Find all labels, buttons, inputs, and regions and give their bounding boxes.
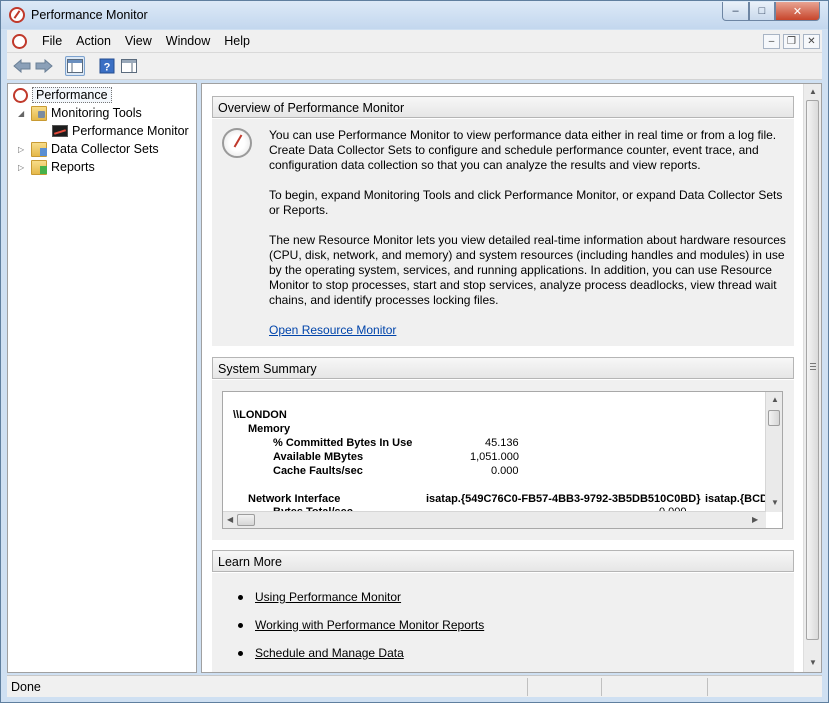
show-console-tree-icon[interactable] bbox=[65, 56, 85, 76]
folder-tools-icon bbox=[31, 105, 47, 121]
tree-item-label: Performance Monitor bbox=[72, 124, 189, 138]
tree-item-performance[interactable]: Performance bbox=[13, 86, 112, 104]
scroll-thumb[interactable] bbox=[768, 410, 780, 426]
bullet-icon bbox=[238, 650, 243, 656]
collapse-triangle-icon[interactable]: ◢ bbox=[18, 109, 28, 118]
list-item: Schedule and Manage Data bbox=[238, 646, 404, 660]
using-performance-monitor-link[interactable]: Using Performance Monitor bbox=[255, 590, 401, 604]
console-tree: Performance ◢ Monitoring Tools Performan… bbox=[7, 83, 197, 673]
scroll-up-arrow-icon[interactable]: ▲ bbox=[809, 87, 817, 96]
overview-header[interactable]: Overview of Performance Monitor bbox=[212, 96, 794, 118]
learn-more-section: Using Performance Monitor Working with P… bbox=[212, 573, 794, 672]
show-action-pane-icon[interactable] bbox=[119, 56, 139, 76]
performance-monitor-reports-link[interactable]: Working with Performance Monitor Reports bbox=[255, 618, 484, 632]
performance-monitor-chart-icon bbox=[52, 125, 68, 137]
performance-monitor-app-icon bbox=[9, 7, 25, 23]
mmc-system-menu-icon[interactable] bbox=[12, 34, 27, 49]
scroll-thumb[interactable] bbox=[806, 100, 819, 640]
menu-help[interactable]: Help bbox=[217, 34, 257, 48]
tree-item-label: Reports bbox=[51, 160, 95, 174]
computer-name: \\LONDON bbox=[233, 409, 287, 421]
folder-data-collector-icon bbox=[31, 141, 47, 157]
scroll-left-arrow-icon[interactable]: ◀ bbox=[227, 515, 233, 524]
schedule-manage-data-link[interactable]: Schedule and Manage Data bbox=[255, 646, 404, 660]
close-button[interactable]: ✕ bbox=[775, 2, 820, 21]
performance-icon bbox=[13, 87, 28, 103]
system-summary-box: \\LONDON Memory % Committed Bytes In Use… bbox=[222, 391, 783, 529]
tree-item-reports[interactable]: ▷ Reports bbox=[18, 158, 95, 176]
open-resource-monitor-link[interactable]: Open Resource Monitor bbox=[269, 323, 396, 338]
tree-item-data-collector-sets[interactable]: ▷ Data Collector Sets bbox=[18, 140, 159, 158]
menu-bar: File Action View Window Help – ❐ ✕ bbox=[7, 30, 822, 53]
counter-name: Cache Faults/sec bbox=[273, 465, 363, 477]
tree-item-label: Data Collector Sets bbox=[51, 142, 159, 156]
list-item: Using Performance Monitor bbox=[238, 590, 401, 604]
counter-name: Available MBytes bbox=[273, 451, 364, 463]
scroll-thumb[interactable] bbox=[237, 514, 255, 526]
learn-more-header[interactable]: Learn More bbox=[212, 550, 794, 572]
folder-reports-icon bbox=[31, 159, 47, 175]
status-bar: Done bbox=[7, 675, 822, 697]
menu-action[interactable]: Action bbox=[69, 34, 118, 48]
system-summary-section: \\LONDON Memory % Committed Bytes In Use… bbox=[212, 380, 794, 540]
scroll-up-arrow-icon[interactable]: ▲ bbox=[771, 395, 779, 404]
back-arrow-icon[interactable] bbox=[12, 56, 32, 76]
network-instance: isatap.{549C76C0-FB57-4BB3-9792-3B5DB510… bbox=[426, 493, 701, 505]
counter-value: 1,051.000 bbox=[470, 451, 519, 463]
menu-view[interactable]: View bbox=[118, 34, 159, 48]
child-close-button[interactable]: ✕ bbox=[803, 34, 820, 49]
overview-paragraph: You can use Performance Monitor to view … bbox=[269, 128, 777, 172]
list-item: Working with Performance Monitor Reports bbox=[238, 618, 484, 632]
tree-item-label: Monitoring Tools bbox=[51, 106, 142, 120]
expand-triangle-icon[interactable]: ▷ bbox=[18, 163, 28, 172]
scroll-down-arrow-icon[interactable]: ▼ bbox=[809, 658, 817, 667]
network-instance: isatap.{BCD bbox=[705, 493, 768, 505]
content-vertical-scrollbar[interactable]: ▲ ▼ bbox=[803, 84, 821, 672]
summary-horizontal-scrollbar[interactable]: ◀ ▶ bbox=[223, 511, 766, 528]
tree-item-monitoring-tools[interactable]: ◢ Monitoring Tools bbox=[18, 104, 142, 122]
tree-item-performance-monitor[interactable]: Performance Monitor bbox=[52, 122, 189, 140]
scroll-down-arrow-icon[interactable]: ▼ bbox=[771, 498, 779, 507]
menu-file[interactable]: File bbox=[35, 34, 69, 48]
network-interface-label: Network Interface bbox=[248, 493, 341, 505]
overview-section: You can use Performance Monitor to view … bbox=[212, 119, 794, 346]
child-minimize-button[interactable]: – bbox=[763, 34, 780, 49]
content-pane: Overview of Performance Monitor You can … bbox=[201, 83, 822, 673]
system-summary-header[interactable]: System Summary bbox=[212, 357, 794, 379]
status-divider bbox=[601, 678, 602, 696]
status-divider bbox=[527, 678, 528, 696]
child-restore-button[interactable]: ❐ bbox=[783, 34, 800, 49]
status-text: Done bbox=[11, 680, 41, 694]
title-bar[interactable]: Performance Monitor – □ ✕ bbox=[1, 1, 828, 29]
expand-triangle-icon[interactable]: ▷ bbox=[18, 145, 28, 154]
summary-vertical-scrollbar[interactable]: ▲ ▼ bbox=[765, 392, 782, 512]
counter-value: 45.136 bbox=[485, 437, 519, 449]
forward-arrow-icon[interactable] bbox=[34, 56, 54, 76]
performance-gauge-icon bbox=[222, 128, 252, 158]
window-title: Performance Monitor bbox=[31, 8, 148, 22]
help-icon[interactable]: ? bbox=[97, 56, 117, 76]
bullet-icon bbox=[238, 594, 243, 600]
maximize-button[interactable]: □ bbox=[749, 2, 775, 21]
tree-item-label: Performance bbox=[32, 87, 112, 103]
counter-value: 0.000 bbox=[491, 465, 519, 477]
status-divider bbox=[707, 678, 708, 696]
scroll-right-arrow-icon[interactable]: ▶ bbox=[752, 515, 758, 524]
counter-name: % Committed Bytes In Use bbox=[273, 437, 413, 449]
bullet-icon bbox=[238, 622, 243, 628]
toolbar: ? bbox=[7, 53, 822, 80]
app-window: Performance Monitor – □ ✕ File Action Vi… bbox=[0, 0, 829, 703]
overview-paragraph: To begin, expand Monitoring Tools and cl… bbox=[269, 188, 783, 217]
svg-text:?: ? bbox=[104, 62, 111, 74]
overview-paragraph: The new Resource Monitor lets you view d… bbox=[269, 233, 786, 307]
menu-window[interactable]: Window bbox=[159, 34, 217, 48]
minimize-button[interactable]: – bbox=[722, 2, 749, 21]
memory-object-label: Memory bbox=[248, 423, 291, 435]
